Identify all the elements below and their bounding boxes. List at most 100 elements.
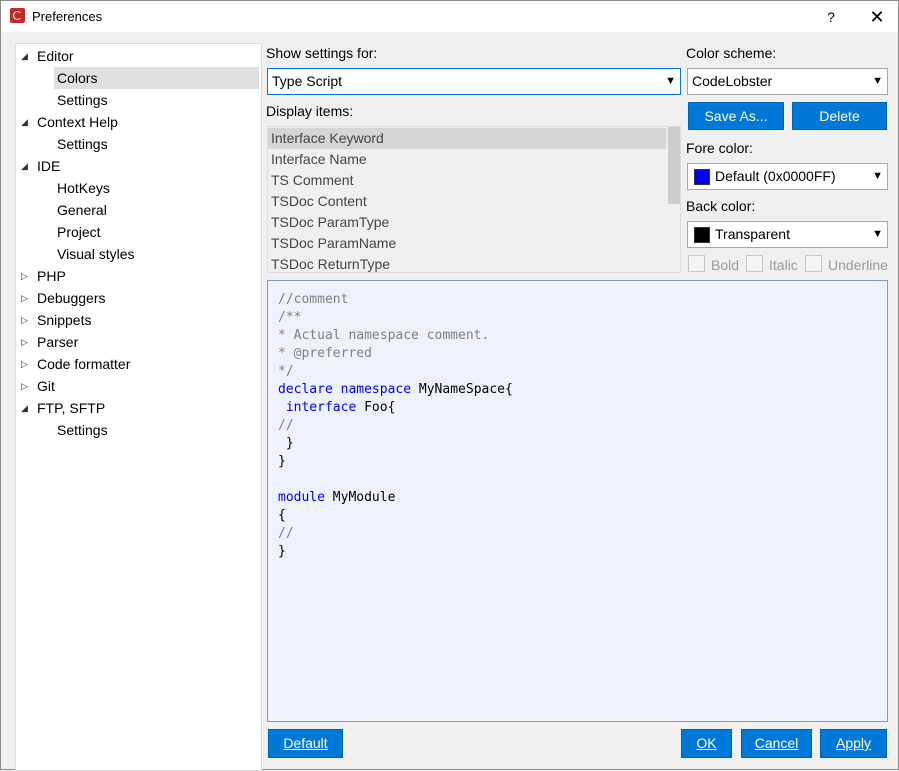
tree-item[interactable]: ▷ Debuggers <box>16 287 259 309</box>
code-line: interface Foo{ <box>278 399 396 417</box>
collapsed-arrow-icon[interactable]: ▷ <box>21 331 31 353</box>
tree-item-label: Code formatter <box>37 356 131 372</box>
code-token: * Actual namespace comment. <box>278 328 490 343</box>
expanded-arrow-icon[interactable]: ◢ <box>21 111 31 133</box>
expanded-arrow-icon[interactable]: ◢ <box>21 45 31 67</box>
cancel-button[interactable]: Cancel <box>741 729 812 758</box>
tree-item[interactable]: Settings <box>54 419 259 441</box>
code-line: } <box>278 543 286 561</box>
fore-color-value: Default (0x0000FF) <box>715 168 836 184</box>
cancel-button-label: Cancel <box>754 735 799 751</box>
italic-label: Italic <box>769 257 798 273</box>
tree-item-label: Project <box>57 224 101 240</box>
collapsed-arrow-icon[interactable]: ▷ <box>21 265 31 287</box>
tree-item-label: Colors <box>57 70 98 86</box>
back-color-select[interactable]: Transparent ▼ <box>687 221 888 248</box>
code-line: * @preferred <box>278 345 372 363</box>
code-token: MyModule <box>324 490 396 505</box>
code-token: } <box>278 436 294 451</box>
language-select[interactable]: Type Script ▼ <box>267 68 681 95</box>
collapsed-arrow-icon[interactable]: ▷ <box>21 375 31 397</box>
tree-item[interactable]: HotKeys <box>54 177 259 199</box>
code-token: * @preferred <box>278 346 372 361</box>
code-preview[interactable]: //comment /** * Actual namespace comment. *… <box>267 280 888 722</box>
apply-button[interactable]: Apply <box>820 729 887 758</box>
ok-button[interactable]: OK <box>681 729 732 758</box>
list-item[interactable]: TSDoc ReturnType <box>268 254 666 272</box>
collapsed-arrow-icon[interactable]: ▷ <box>21 309 31 331</box>
show-settings-label: Show settings for: <box>266 45 378 61</box>
scrollbar-thumb[interactable] <box>668 127 680 204</box>
collapsed-arrow-icon[interactable]: ▷ <box>21 353 31 375</box>
tree-item[interactable]: ◢ Context Help <box>16 111 259 133</box>
underline-checkbox[interactable] <box>805 255 822 272</box>
display-items-list[interactable]: Interface Keyword Interface Name TS Commen… <box>267 126 681 273</box>
tree-item-label: Debuggers <box>37 290 106 306</box>
fore-color-swatch <box>694 169 710 185</box>
expanded-arrow-icon[interactable]: ◢ <box>21 397 31 419</box>
list-item[interactable]: TS Comment <box>268 170 666 191</box>
expanded-arrow-icon[interactable]: ◢ <box>21 155 31 177</box>
display-items-label: Display items: <box>266 103 354 119</box>
italic-checkbox[interactable] <box>746 255 763 272</box>
code-line: /** <box>278 309 301 327</box>
tree-item[interactable]: General <box>54 199 259 221</box>
list-item[interactable]: TSDoc ParamName <box>268 233 666 254</box>
title-bar: Preferences ? ✕ <box>1 1 898 32</box>
save-as-button[interactable]: Save As... <box>688 102 784 130</box>
code-token: */ <box>278 364 294 379</box>
list-item[interactable]: Interface Keyword <box>268 128 666 149</box>
bold-checkbox[interactable] <box>688 255 705 272</box>
window-title: Preferences <box>32 9 103 24</box>
list-item[interactable]: TSDoc ParamType <box>268 212 666 233</box>
tree-item[interactable]: Colors <box>54 67 259 89</box>
underline-label: Underline <box>828 257 888 273</box>
list-item[interactable]: TSDoc Content <box>268 191 666 212</box>
list-item[interactable]: Interface Name <box>268 149 666 170</box>
tree-item-label: Settings <box>57 92 108 108</box>
collapsed-arrow-icon[interactable]: ▷ <box>21 287 31 309</box>
default-button[interactable]: Default <box>268 729 343 758</box>
tree-item[interactable]: ◢ IDE <box>16 155 259 177</box>
code-line: { <box>278 507 286 525</box>
code-token: // <box>278 418 294 433</box>
code-token: } <box>278 544 286 559</box>
code-token: module <box>278 490 325 505</box>
tree-item-label: HotKeys <box>57 180 110 196</box>
tree-item[interactable]: Settings <box>54 89 259 111</box>
tree-item-label: Parser <box>37 334 79 350</box>
fore-color-select[interactable]: Default (0x0000FF) ▼ <box>687 163 888 190</box>
chevron-down-icon: ▼ <box>872 170 883 182</box>
settings-tree: ◢ Editor Colors Settings ◢ Context Help Settin… <box>15 43 262 771</box>
tree-item[interactable]: ▷ Snippets <box>16 309 259 331</box>
chevron-down-icon: ▼ <box>665 75 676 87</box>
close-button[interactable]: ✕ <box>862 4 892 30</box>
code-token: Foo{ <box>356 400 396 415</box>
tree-item[interactable]: ◢ FTP, SFTP <box>16 397 259 419</box>
color-scheme-select[interactable]: CodeLobster ▼ <box>687 68 888 95</box>
code-token: declare <box>278 382 333 397</box>
tree-item-label: General <box>57 202 107 218</box>
code-token: //comment <box>278 292 349 307</box>
chevron-down-icon: ▼ <box>872 75 883 87</box>
tree-item-label: Settings <box>57 422 108 438</box>
code-token: { <box>278 508 286 523</box>
tree-item[interactable]: ◢ Editor <box>16 45 259 67</box>
tree-item[interactable]: ▷ Git <box>16 375 259 397</box>
code-token: /** <box>278 310 302 325</box>
help-button[interactable]: ? <box>816 4 846 30</box>
tree-item-label: PHP <box>37 268 66 284</box>
chevron-down-icon: ▼ <box>872 228 883 240</box>
code-token: interface <box>285 400 357 415</box>
tree-item[interactable]: ▷ Parser <box>16 331 259 353</box>
tree-item[interactable]: Project <box>54 221 259 243</box>
tree-item[interactable]: Settings <box>54 133 259 155</box>
code-line: // <box>278 417 294 435</box>
tree-item[interactable]: Visual styles <box>54 243 259 265</box>
tree-item[interactable]: ▷ Code formatter <box>16 353 259 375</box>
delete-button[interactable]: Delete <box>792 102 887 130</box>
code-line: module MyModule <box>278 489 395 507</box>
tree-item[interactable]: ▷ PHP <box>16 265 259 287</box>
